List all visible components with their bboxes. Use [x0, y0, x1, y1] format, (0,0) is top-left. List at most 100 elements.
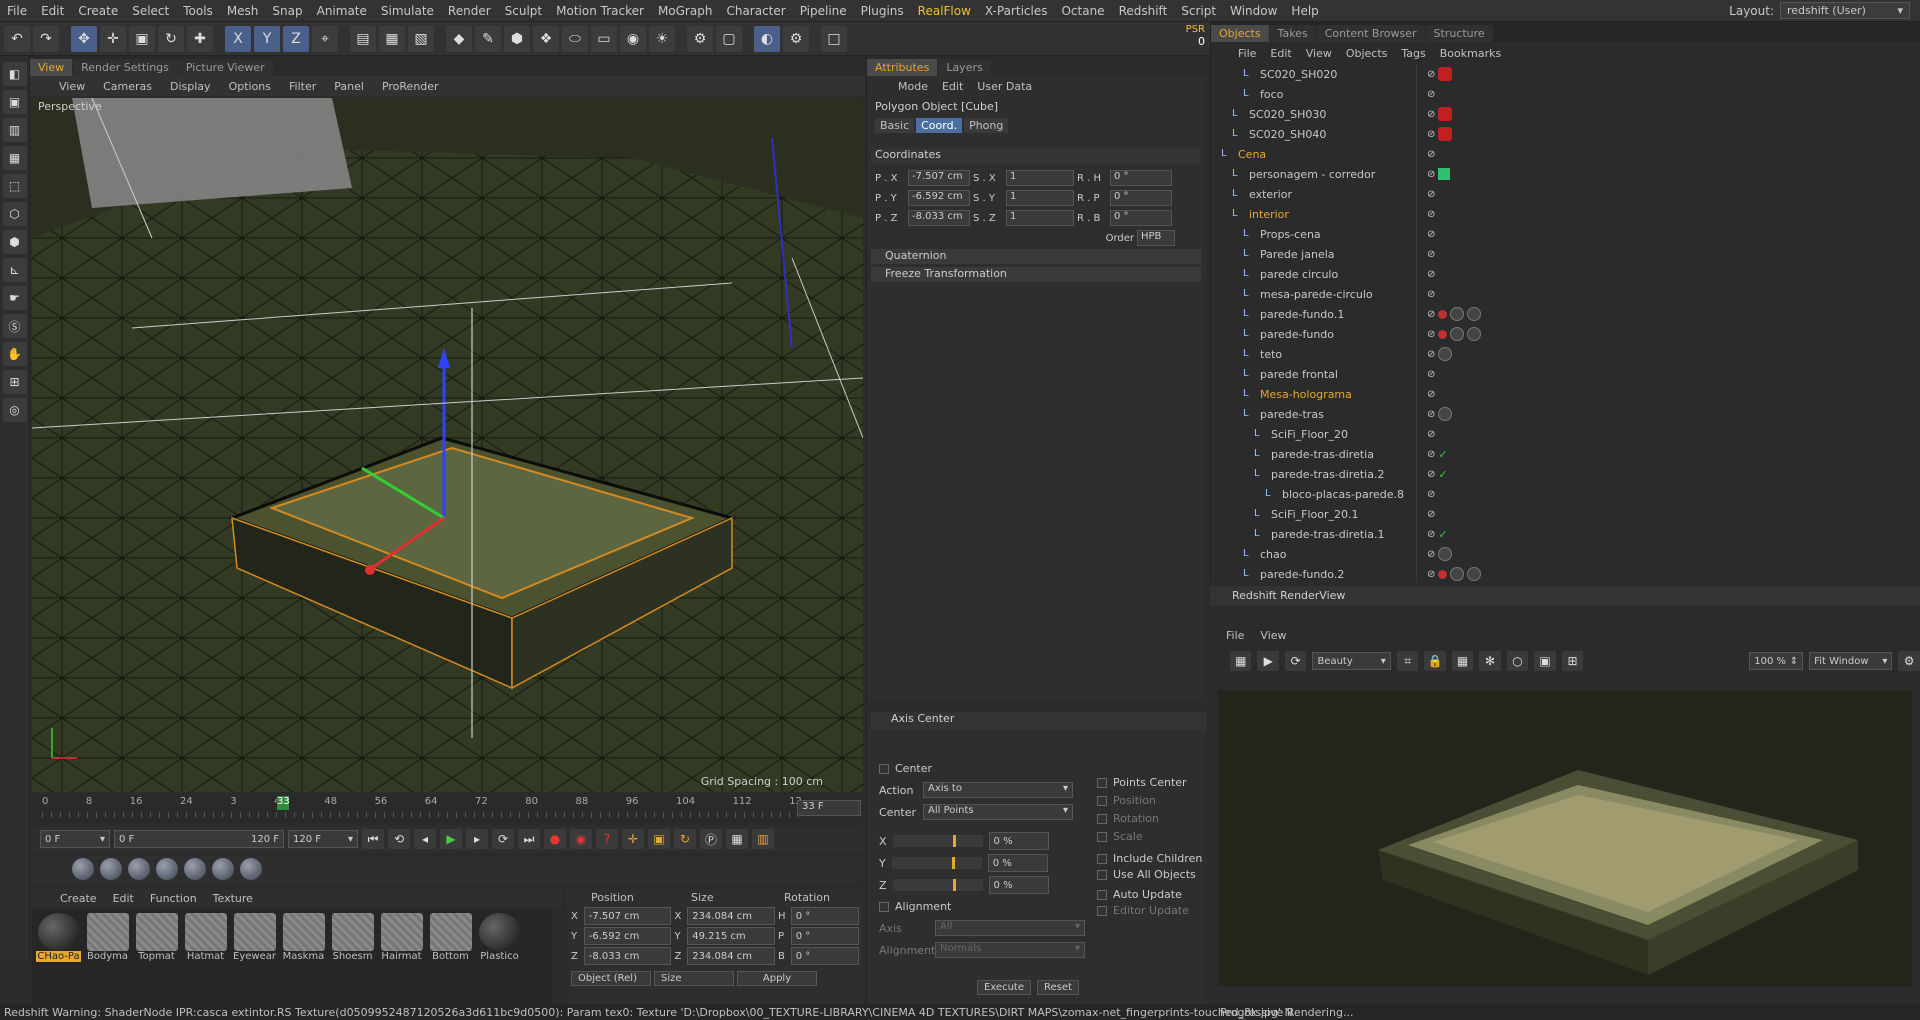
- menu-script[interactable]: Script: [1174, 4, 1223, 18]
- object-menu-file[interactable]: File: [1231, 47, 1263, 60]
- visibility-icon[interactable]: ⊘: [1427, 189, 1435, 200]
- monitor-icon[interactable]: ▢: [716, 25, 742, 52]
- lock-icon[interactable]: 🔒: [1424, 651, 1446, 671]
- visibility-icon[interactable]: ⊘: [1427, 549, 1435, 560]
- render-play-icon[interactable]: ▶: [1257, 651, 1279, 671]
- axis-slider[interactable]: [891, 857, 982, 869]
- menu-octane[interactable]: Octane: [1054, 4, 1111, 18]
- timeline-end-field[interactable]: 33 F: [797, 800, 861, 816]
- visibility-icon[interactable]: ⊘: [1427, 349, 1435, 360]
- next-key-icon[interactable]: ⟳: [492, 829, 514, 849]
- sphere-icon[interactable]: [156, 858, 178, 880]
- viewport-menu-cameras[interactable]: Cameras: [94, 80, 161, 93]
- checker-tag-icon[interactable]: [1450, 567, 1465, 581]
- visibility-icon[interactable]: ⊘: [1427, 449, 1435, 460]
- octane-settings-icon[interactable]: ⚙: [783, 25, 809, 52]
- sphere-icon[interactable]: [184, 858, 206, 880]
- material-menu-create[interactable]: Create: [52, 892, 105, 905]
- points-center-checkbox[interactable]: [1097, 777, 1107, 788]
- points-mode-icon[interactable]: ⬚: [2, 174, 27, 198]
- visibility-icon[interactable]: ⊘: [1427, 369, 1435, 380]
- include-children-checkbox[interactable]: [1097, 853, 1107, 864]
- tab-takes[interactable]: Takes: [1269, 25, 1316, 42]
- material-tag-icon[interactable]: [1438, 347, 1453, 361]
- live-selection-icon[interactable]: ✥: [71, 25, 97, 52]
- material-tag-icon[interactable]: [1438, 547, 1453, 561]
- fit-dropdown[interactable]: Fit Window ▾: [1809, 652, 1893, 670]
- gear-icon[interactable]: ⚙: [1898, 651, 1920, 671]
- floor-icon[interactable]: ▭: [591, 25, 617, 52]
- object-row[interactable]: Lfoco ⊘: [1211, 84, 1911, 104]
- viewport-menu-filter[interactable]: Filter: [280, 80, 325, 93]
- grid-icon[interactable]: ▦: [1451, 651, 1474, 671]
- next-frame-icon[interactable]: ▸: [466, 829, 488, 849]
- menu-tools[interactable]: Tools: [176, 4, 220, 18]
- viewport-menu-display[interactable]: Display: [161, 80, 220, 93]
- tab-layers[interactable]: Layers: [938, 59, 991, 76]
- key-parameter-icon[interactable]: Ⓟ: [700, 829, 722, 849]
- start-frame-field[interactable]: 0 F ▾: [40, 830, 110, 848]
- axis-percent-field[interactable]: 0 %: [988, 876, 1049, 894]
- viewport[interactable]: Perspective Grid Spacing : 100 cm: [32, 98, 863, 792]
- tab-structure[interactable]: Structure: [1425, 25, 1493, 42]
- size-field[interactable]: 49.215 cm: [687, 927, 775, 945]
- y-axis-icon[interactable]: Y: [254, 25, 280, 52]
- undo-icon[interactable]: ↶: [4, 25, 30, 52]
- viewport-menu-options[interactable]: Options: [220, 80, 280, 93]
- visibility-icon[interactable]: ⊘: [1427, 389, 1435, 400]
- play-icon[interactable]: ▶: [440, 829, 462, 849]
- menu-animate[interactable]: Animate: [310, 4, 374, 18]
- cube-icon[interactable]: ◆: [446, 25, 472, 52]
- action-dropdown[interactable]: Axis to ▾: [923, 782, 1073, 798]
- render-settings-icon[interactable]: ▧: [408, 25, 434, 52]
- object-row[interactable]: Lexterior ⊘: [1211, 184, 1911, 204]
- record-icon[interactable]: ●: [544, 829, 566, 849]
- edges-mode-icon[interactable]: ⬡: [2, 202, 27, 226]
- phong-tag-icon[interactable]: [1438, 309, 1448, 319]
- visibility-icon[interactable]: ⊘: [1427, 469, 1435, 480]
- object-row[interactable]: L SC020_SH020 ⊘: [1211, 64, 1911, 84]
- go-to-start-icon[interactable]: ⏮: [362, 829, 384, 849]
- object-row[interactable]: L Mesa-holograma ⊘: [1211, 384, 1911, 404]
- x-axis-icon[interactable]: X: [225, 25, 251, 52]
- soft-selection-icon[interactable]: ◎: [2, 398, 27, 422]
- material-swatch[interactable]: CHao-Pa: [36, 913, 81, 965]
- timeline-window-icon[interactable]: ▥: [752, 829, 774, 849]
- snap-icon[interactable]: Ⓢ: [2, 314, 27, 338]
- menu-plugins[interactable]: Plugins: [854, 4, 911, 18]
- key-position-icon[interactable]: ✛: [622, 829, 644, 849]
- visibility-icon[interactable]: ⊘: [1427, 289, 1435, 300]
- checker-tag-icon[interactable]: [1450, 327, 1465, 341]
- timeline-ruler[interactable]: [42, 812, 802, 818]
- tab-attributes[interactable]: Attributes: [867, 59, 938, 76]
- sphere-icon[interactable]: [128, 858, 150, 880]
- object-menu-view[interactable]: View: [1299, 47, 1339, 60]
- polygons-mode-icon[interactable]: ⬢: [2, 230, 27, 254]
- viewport-menu-view[interactable]: View: [50, 80, 94, 93]
- center-dropdown[interactable]: All Points ▾: [923, 804, 1073, 820]
- attributes-menu-user-data[interactable]: User Data: [970, 80, 1039, 93]
- object-row[interactable]: L SciFi_Floor_20 ⊘: [1211, 424, 1911, 444]
- go-to-end-icon[interactable]: ⏭: [518, 829, 540, 849]
- rotation-field[interactable]: 0 °: [790, 927, 859, 945]
- scale-input[interactable]: 1: [1006, 170, 1074, 186]
- material-swatch[interactable]: Bodyma: [85, 913, 130, 965]
- material-tag-icon[interactable]: [1467, 307, 1482, 321]
- material-swatch[interactable]: Bottom: [428, 913, 473, 965]
- visibility-icon[interactable]: ⊘: [1427, 269, 1435, 280]
- material-menu-texture[interactable]: Texture: [205, 892, 261, 905]
- use-all-objects-checkbox[interactable]: [1097, 869, 1107, 880]
- refresh-icon[interactable]: ⟳: [1284, 651, 1307, 671]
- material-tag-icon[interactable]: [1467, 327, 1482, 341]
- scale-checkbox[interactable]: [1097, 831, 1107, 842]
- axis-percent-field[interactable]: 0 %: [987, 854, 1048, 872]
- alignment-dropdown[interactable]: Normals ▾: [935, 942, 1085, 958]
- quaternion-group[interactable]: Quaternion: [871, 249, 1201, 264]
- recent-tool-icon[interactable]: ✚: [187, 25, 213, 52]
- redo-icon[interactable]: ↷: [33, 25, 59, 52]
- visibility-icon[interactable]: ⊘: [1427, 429, 1435, 440]
- object-row[interactable]: Lparede frontal ⊘: [1211, 364, 1911, 384]
- object-row[interactable]: Lbloco-placas-parede.8 ⊘: [1211, 484, 1911, 504]
- material-swatch[interactable]: Maskma: [281, 913, 326, 965]
- menu-select[interactable]: Select: [125, 4, 176, 18]
